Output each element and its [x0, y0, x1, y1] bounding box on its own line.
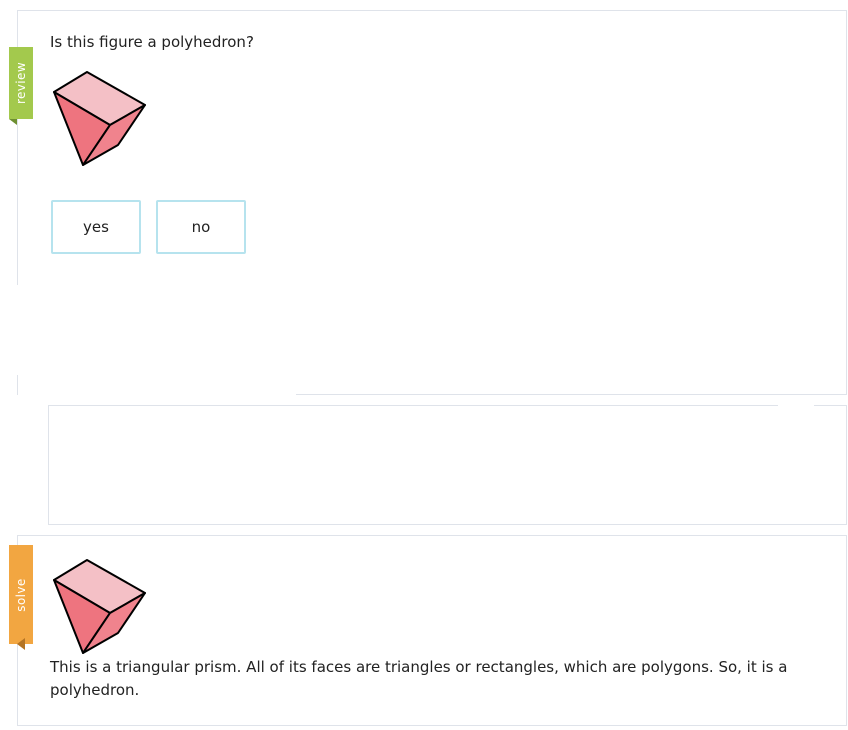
- blank-panel: [48, 405, 847, 525]
- answer-yes-button[interactable]: yes: [51, 200, 141, 254]
- ribbon-fold: [9, 638, 25, 650]
- triangular-prism-figure: [50, 68, 150, 172]
- panel-edge-gap: [778, 404, 814, 408]
- review-ribbon: review: [9, 47, 33, 125]
- solve-ribbon: solve: [9, 545, 33, 650]
- solution-explanation: This is a triangular prism. All of its f…: [50, 658, 788, 699]
- solve-ribbon-label: solve: [14, 577, 28, 612]
- panel-edge-gap: [18, 392, 296, 406]
- triangular-prism-figure: [50, 556, 150, 660]
- question-text: Is this figure a polyhedron?: [50, 33, 254, 51]
- answer-no-button[interactable]: no: [156, 200, 246, 254]
- panel-edge-gap: [16, 285, 20, 375]
- ribbon-fold: [9, 119, 17, 125]
- review-ribbon-label: review: [14, 61, 28, 105]
